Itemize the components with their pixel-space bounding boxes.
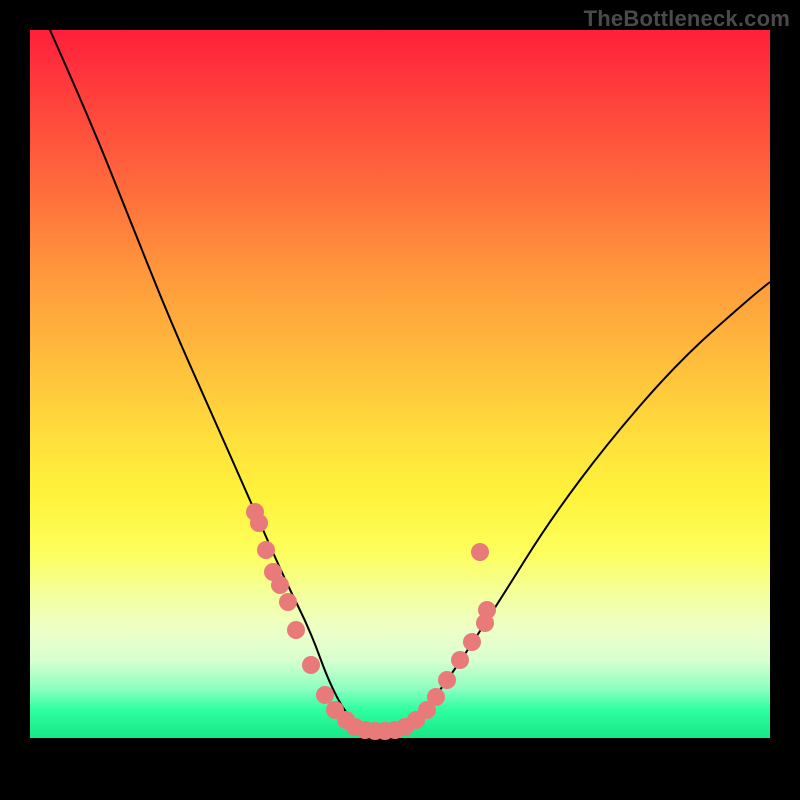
gradient-plot-area [30, 30, 770, 738]
chart-frame: TheBottleneck.com [0, 0, 800, 800]
watermark-text: TheBottleneck.com [584, 6, 790, 32]
